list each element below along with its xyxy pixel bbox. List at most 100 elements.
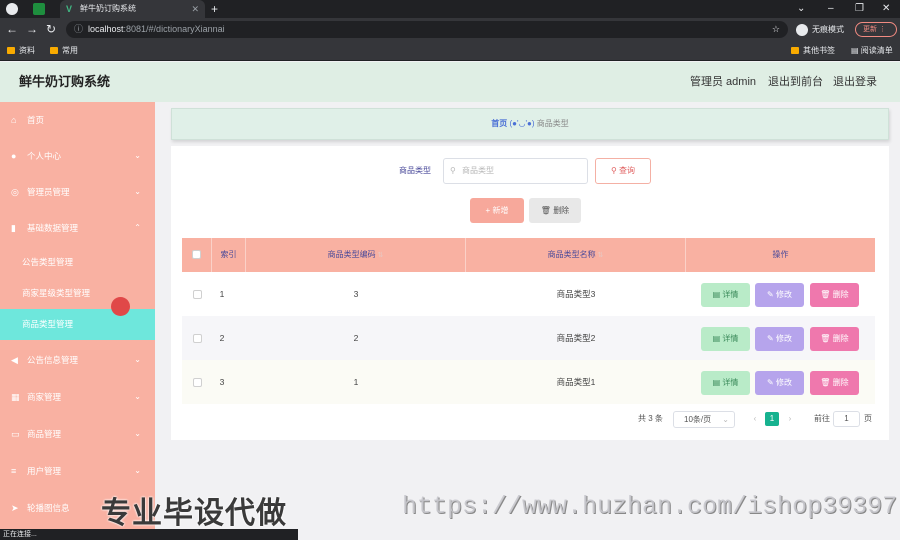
trash-icon: 🗑 <box>820 378 833 387</box>
next-page-button[interactable]: › <box>783 411 797 427</box>
batch-delete-button[interactable]: 🗑 删除 <box>529 198 581 223</box>
row-select-cell <box>182 360 212 404</box>
sort-icon[interactable]: ⇅ <box>596 252 604 259</box>
browser-menu-icon[interactable] <box>6 3 18 15</box>
sidebar-item-notices[interactable]: ◀ 公告信息管理 ⌄ <box>0 342 155 378</box>
sidebar-item-label: 公告信息管理 <box>27 355 79 365</box>
trash-icon: 🗑 <box>820 334 833 343</box>
pencil-icon: ✎ <box>767 334 776 343</box>
sidebar-item-label: 管理员管理 <box>27 187 70 197</box>
bookmark-folder[interactable]: 其他书签 <box>791 41 835 61</box>
reload-icon[interactable]: ↻ <box>46 18 56 41</box>
add-button[interactable]: + 新增 <box>470 198 524 223</box>
back-icon[interactable]: ← <box>6 18 18 41</box>
table-row: 1 3 商品类型3 ▤ 详情 ✎ 修改 🗑 删除 <box>182 272 875 316</box>
info-icon[interactable]: ⓘ <box>74 21 83 38</box>
sidebar-item-products[interactable]: ▭ 商品管理 ⌄ <box>0 416 155 452</box>
edit-button[interactable]: ✎ 修改 <box>755 283 804 307</box>
breadcrumb: 首页 (●'◡'●) 商品类型 <box>171 108 889 140</box>
sidebar-item-basic-data[interactable]: ▮ 基础数据管理 ⌃ <box>0 210 155 246</box>
sidebar-item-label: 个人中心 <box>27 151 62 161</box>
sort-icon[interactable]: ⇅ <box>376 252 384 259</box>
row-checkbox[interactable] <box>192 290 202 300</box>
minimize-icon[interactable]: – <box>828 0 834 18</box>
megaphone-icon: ◀ <box>11 355 18 365</box>
detail-label: 详情 <box>722 378 739 387</box>
cell-code: 1 <box>353 377 359 387</box>
chevron-up-icon: ⌃ <box>134 223 141 232</box>
page-number-current[interactable]: 1 <box>765 412 779 426</box>
search-icon: ⚲ <box>450 166 456 175</box>
row-checkbox[interactable] <box>192 334 202 344</box>
forward-icon[interactable]: → <box>26 18 38 41</box>
tab-close-icon[interactable]: ✕ <box>191 0 199 18</box>
browser-tab[interactable]: V 鲜牛奶订购系统 ✕ <box>60 0 205 18</box>
edit-label: 修改 <box>775 334 792 343</box>
close-window-icon[interactable]: ✕ <box>882 0 890 18</box>
delete-button[interactable]: 🗑 删除 <box>810 327 859 351</box>
sidebar-item-home[interactable]: ⌂ 首页 <box>0 102 155 138</box>
maximize-icon[interactable]: ❐ <box>855 0 864 18</box>
detail-button[interactable]: ▤ 详情 <box>701 371 750 395</box>
sidebar-item-label: 用户管理 <box>27 466 62 476</box>
detail-button[interactable]: ▤ 详情 <box>701 327 750 351</box>
edit-button[interactable]: ✎ 修改 <box>755 371 804 395</box>
sidebar-item-admin[interactable]: ◎ 管理员管理 ⌄ <box>0 174 155 210</box>
breadcrumb-separator: (●'◡'●) <box>509 119 535 128</box>
sidebar-item-label: 轮播图信息 <box>27 503 70 513</box>
update-label: 更新 <box>863 26 877 33</box>
bookmark-folder[interactable]: 资料 <box>7 41 35 61</box>
home-icon: ⌂ <box>11 115 17 125</box>
delete-button[interactable]: 🗑 删除 <box>810 371 859 395</box>
page-size-select[interactable]: 10条/页 ⌄ <box>673 411 735 428</box>
delete-label: 删除 <box>832 290 849 299</box>
prev-page-button[interactable]: ‹ <box>748 411 762 427</box>
app-favicon-icon[interactable] <box>33 3 45 15</box>
sidebar-subitem-notice-type[interactable]: 公告类型管理 <box>0 247 155 278</box>
search-input[interactable]: ⚲ 商品类型 <box>443 158 588 184</box>
browser-tabbar: V 鲜牛奶订购系统 ✕ + ⌄ – ❐ ✕ <box>0 0 900 18</box>
cell-index: 2 <box>219 333 225 343</box>
reading-list-icon: ▤ <box>851 46 861 55</box>
row-select-cell <box>182 316 212 360</box>
row-checkbox[interactable] <box>192 378 202 388</box>
breadcrumb-home[interactable]: 首页 <box>491 119 507 128</box>
browser-status-bar: 正在连接... <box>0 529 298 540</box>
query-button[interactable]: ⚲ 查询 <box>595 158 651 184</box>
reading-list[interactable]: ▤ 阅读清单 <box>851 41 893 61</box>
bookmark-folder[interactable]: 常用 <box>50 41 78 61</box>
sidebar-subitem-product-type[interactable]: 商品类型管理 <box>0 309 155 340</box>
chat-icon: ▭ <box>11 429 20 439</box>
cell-name: 商品类型1 <box>556 377 596 387</box>
sidebar-item-label: 商品管理 <box>27 429 62 439</box>
delete-button[interactable]: 🗑 删除 <box>810 283 859 307</box>
column-header-name[interactable]: 商品类型名称 ⇅ <box>466 238 686 272</box>
incognito-indicator[interactable]: 无痕模式 <box>796 21 844 38</box>
grid-icon: ▦ <box>11 392 20 402</box>
sidebar-item-merchants[interactable]: ▦ 商家管理 ⌄ <box>0 379 155 415</box>
bookmark-star-icon[interactable]: ☆ <box>772 21 780 38</box>
goto-page-input[interactable]: 1 <box>833 411 860 427</box>
delete-label: 删除 <box>832 378 849 387</box>
sidebar-item-users[interactable]: ≡ 用户管理 ⌄ <box>0 453 155 489</box>
vue-logo-icon: V <box>66 4 73 14</box>
update-button[interactable]: 更新 ⋮ <box>855 22 897 37</box>
chevron-down-icon: ⌄ <box>134 187 141 196</box>
sidebar: ⌂ 首页 ● 个人中心 ⌄ ◎ 管理员管理 ⌄ ▮ 基础数据管理 ⌃ 公告类型管理 商家星级类… <box>0 102 155 540</box>
tab-search-icon[interactable]: ⌄ <box>797 0 805 18</box>
cell-name: 商品类型3 <box>556 289 596 299</box>
column-header-actions: 操作 <box>772 250 789 259</box>
watermark-right: https://www.huzhan.com/ishop39397 <box>402 492 898 521</box>
sidebar-item-profile[interactable]: ● 个人中心 ⌄ <box>0 138 155 174</box>
new-tab-icon[interactable]: + <box>211 0 218 18</box>
logout-link[interactable]: 退出登录 <box>833 62 877 102</box>
sidebar-subitem-star-type[interactable]: 商家星级类型管理 <box>0 278 155 309</box>
url-input[interactable]: ⓘ localhost:8081/#/dictionaryXiannai ☆ <box>66 21 788 38</box>
select-all-checkbox[interactable] <box>192 250 201 260</box>
column-header-code[interactable]: 商品类型编码 ⇅ <box>246 238 466 272</box>
search-icon: ⚲ <box>610 166 620 175</box>
detail-button[interactable]: ▤ 详情 <box>701 283 750 307</box>
folder-icon <box>791 47 799 55</box>
front-link[interactable]: 退出到前台 <box>768 62 823 102</box>
edit-button[interactable]: ✎ 修改 <box>755 327 804 351</box>
